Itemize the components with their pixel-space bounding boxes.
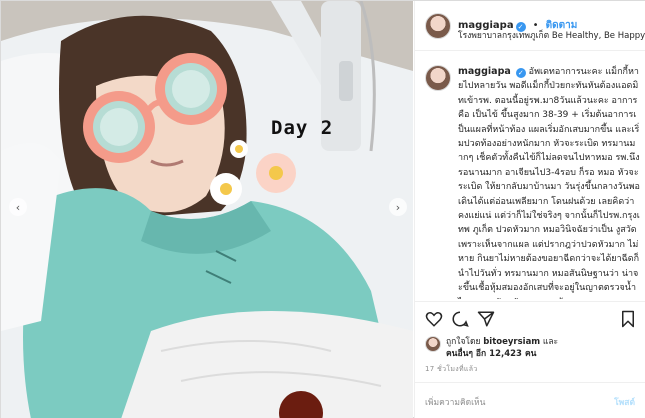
post-caption: maggiapa ✓ อัพเดทอาการนะคะ แม็กกี้หายไปหล…	[458, 65, 640, 299]
heart-icon[interactable]	[425, 310, 443, 328]
bookmark-icon[interactable]	[619, 310, 637, 328]
chevron-right-icon: ›	[395, 200, 401, 214]
next-photo-button[interactable]: ›	[389, 198, 407, 216]
others-count: 12,423	[489, 349, 522, 359]
post-timestamp[interactable]: 17 ชั่วโมงที่แล้ว	[425, 364, 478, 375]
verified-badge-icon: ✓	[515, 68, 526, 78]
caption-section: maggiapa ✓ อัพเดทอาการนะคะ แม็กกี้หายไปหล…	[415, 51, 645, 299]
hospital-photo-illustration	[1, 1, 413, 418]
liked-by-and: และ	[542, 337, 559, 347]
action-icons	[425, 310, 637, 330]
post-header: maggiapa ✓ • ติดตาม โรงพยาบาลกรุงเทพภูเก็…	[415, 1, 645, 51]
post-comment-button[interactable]: โพสต์	[614, 395, 635, 409]
caption-avatar[interactable]	[425, 65, 451, 91]
previous-photo-button[interactable]: ‹	[9, 198, 27, 216]
share-icon[interactable]	[477, 310, 495, 328]
others-suffix: คน	[524, 349, 537, 359]
comment-icon[interactable]	[451, 310, 469, 328]
location-link[interactable]: โรงพยาบาลกรุงเทพภูเก็ต Be Healthy, Be Ha…	[458, 28, 645, 42]
post-side-panel: maggiapa ✓ • ติดตาม โรงพยาบาลกรุงเทพภูเก็…	[414, 1, 645, 418]
likes-section: ถูกใจโดย bitoeyrsiam และ คนอื่นๆ อีก 12,…	[425, 334, 637, 364]
instagram-post: Day 2 ‹ › maggiapa ✓ • ติดตาม โรงพยาบาลกร…	[0, 0, 645, 418]
avatar[interactable]	[425, 13, 451, 39]
add-comment-bar: เพิ่มความคิดเห็น โพสต์	[415, 382, 645, 418]
caption-text: อัพเดทอาการนะคะ แม็กกี้หายไปหลายวัน พอดี…	[458, 67, 640, 299]
day-2-sticker-text: Day 2	[271, 117, 334, 139]
comment-input[interactable]: เพิ่มความคิดเห็น	[425, 395, 485, 409]
chevron-left-icon: ‹	[15, 200, 21, 214]
others-prefix: คนอื่นๆ อีก	[446, 349, 487, 359]
post-photo[interactable]: Day 2 ‹ ›	[1, 1, 413, 418]
others-liked-link[interactable]: คนอื่นๆ อีก 12,423 คน	[446, 346, 536, 360]
liker-avatar[interactable]	[425, 336, 441, 352]
post-actions: ถูกใจโดย bitoeyrsiam และ คนอื่นๆ อีก 12,…	[415, 301, 645, 418]
caption-username[interactable]: maggiapa	[458, 66, 511, 77]
